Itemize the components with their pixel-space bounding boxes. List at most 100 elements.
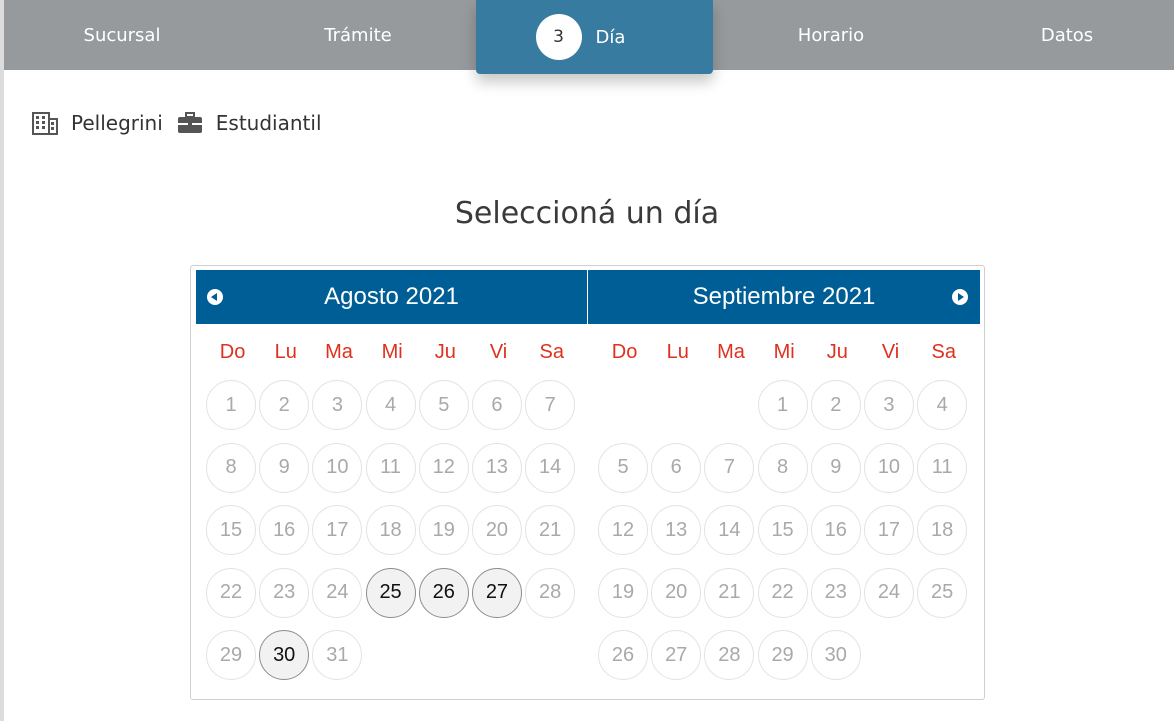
day-disabled: 21 bbox=[704, 567, 755, 618]
weekday-label: Ju bbox=[826, 340, 848, 363]
day-available[interactable]: 26 bbox=[418, 567, 469, 618]
day-disabled: 18 bbox=[365, 505, 416, 556]
day-disabled: 20 bbox=[651, 567, 702, 618]
day-disabled: 1 bbox=[757, 380, 808, 431]
week-row: 26 27 28 29 30 bbox=[598, 624, 980, 687]
briefcase-icon bbox=[177, 110, 203, 136]
day-disabled: 3 bbox=[312, 380, 363, 431]
day-disabled: 10 bbox=[312, 442, 363, 493]
week-row: 12 13 14 15 16 17 18 bbox=[598, 499, 980, 562]
day-disabled: 18 bbox=[917, 505, 968, 556]
day-disabled: 17 bbox=[863, 505, 914, 556]
date-picker: Agosto 2021 Do Lu Ma Mi Ju Vi Sa 1 2 3 4 5 6 7 8 9 10 11… bbox=[190, 265, 985, 700]
weekday-label: Ju bbox=[434, 340, 456, 363]
day-disabled: 14 bbox=[525, 442, 576, 493]
empty-day-cell bbox=[472, 630, 522, 680]
month-september: Septiembre 2021 Do Lu Ma Mi Ju Vi Sa 123456789… bbox=[588, 270, 980, 687]
day-disabled: 9 bbox=[259, 442, 310, 493]
chevron-left-icon[interactable] bbox=[207, 289, 223, 305]
day-disabled: 13 bbox=[651, 505, 702, 556]
day-disabled: 29 bbox=[757, 630, 808, 681]
step-label: Datos bbox=[1040, 24, 1094, 46]
week-row: 1234567 bbox=[206, 374, 588, 437]
weekday-label: Sa bbox=[539, 340, 564, 363]
day-disabled: 19 bbox=[418, 505, 469, 556]
day-disabled: 17 bbox=[312, 505, 363, 556]
day-disabled: 15 bbox=[757, 505, 808, 556]
month-header: Agosto 2021 bbox=[196, 270, 588, 324]
step-dia[interactable]: 3 Día bbox=[476, 0, 713, 74]
empty-day-cell bbox=[419, 630, 469, 680]
branch-name: Pellegrini bbox=[71, 111, 163, 135]
month-title: Septiembre 2021 bbox=[692, 283, 876, 310]
weekday-label: Ma bbox=[717, 340, 745, 363]
day-disabled: 12 bbox=[418, 442, 469, 493]
day-disabled: 28 bbox=[525, 567, 576, 618]
day-disabled: 19 bbox=[598, 567, 648, 618]
day-disabled: 4 bbox=[365, 380, 416, 431]
day-disabled: 12 bbox=[598, 505, 648, 556]
day-disabled: 24 bbox=[312, 567, 363, 618]
day-disabled: 8 bbox=[757, 442, 808, 493]
weekday-label: Ma bbox=[325, 340, 353, 363]
week-row: 8 9 10 11 12 13 14 bbox=[206, 437, 588, 500]
weekday-row: Do Lu Ma Mi Ju Vi Sa bbox=[196, 330, 588, 374]
day-disabled: 2 bbox=[259, 380, 310, 431]
empty-day-cell bbox=[366, 630, 416, 680]
day-grid: 1 2 3 4 5 6 7 8 9 10 11 12 13 14 15 16 17 18 19 20 21 22 23 24 2… bbox=[196, 374, 588, 687]
weekday-label: Do bbox=[219, 340, 246, 363]
day-disabled: 11 bbox=[365, 442, 416, 493]
day-disabled: 1 bbox=[206, 380, 256, 431]
day-disabled: 30 bbox=[810, 630, 861, 681]
week-row: 1234 bbox=[598, 374, 980, 437]
week-row: 5 6 7 8 9 10 11 bbox=[598, 437, 980, 500]
day-available[interactable]: 25 bbox=[365, 567, 416, 618]
empty-day-cell bbox=[704, 380, 754, 430]
weekday-row: Do Lu Ma Mi Ju Vi Sa bbox=[588, 330, 980, 374]
step-label: Sucursal bbox=[83, 24, 161, 46]
day-disabled: 4 bbox=[917, 380, 968, 431]
step-number: 3 bbox=[535, 14, 582, 60]
step-label: Horario bbox=[797, 24, 865, 46]
month-august: Agosto 2021 Do Lu Ma Mi Ju Vi Sa 1 2 3 4 5 6 7 8 9 10 11… bbox=[196, 270, 588, 687]
weekday-label: Sa bbox=[931, 340, 956, 363]
day-disabled: 2 bbox=[810, 380, 861, 431]
weekday-label: Lu bbox=[274, 340, 297, 363]
day-disabled: 6 bbox=[471, 380, 522, 431]
weekday-label: Vi bbox=[881, 340, 900, 363]
day-disabled: 6 bbox=[651, 442, 702, 493]
day-disabled: 27 bbox=[651, 630, 702, 681]
day-disabled: 3 bbox=[863, 380, 914, 431]
day-disabled: 26 bbox=[598, 630, 648, 681]
step-sucursal[interactable]: Sucursal bbox=[4, 0, 240, 70]
weekday-label: Lu bbox=[666, 340, 689, 363]
week-row: 19 20 21 22 23 24 25 bbox=[598, 562, 980, 625]
day-disabled: 10 bbox=[863, 442, 914, 493]
day-disabled: 5 bbox=[418, 380, 469, 431]
day-disabled: 14 bbox=[704, 505, 755, 556]
step-tramite[interactable]: Trámite bbox=[240, 0, 476, 70]
day-disabled: 16 bbox=[259, 505, 310, 556]
month-title: Agosto 2021 bbox=[324, 283, 459, 310]
day-disabled: 28 bbox=[704, 630, 755, 681]
progress-stepper: Sucursal Trámite 3 Día Horario Datos bbox=[4, 0, 1174, 74]
day-disabled: 7 bbox=[525, 380, 576, 431]
day-disabled: 22 bbox=[757, 567, 808, 618]
chevron-right-icon[interactable] bbox=[952, 289, 968, 305]
procedure-name: Estudiantil bbox=[215, 111, 322, 135]
day-disabled: 8 bbox=[206, 442, 256, 493]
step-horario[interactable]: Horario bbox=[713, 0, 949, 70]
day-disabled: 22 bbox=[206, 567, 256, 618]
empty-day-cell bbox=[864, 630, 914, 680]
week-row: 22 23 24 25 26 27 28 bbox=[206, 562, 588, 625]
step-datos[interactable]: Datos bbox=[949, 0, 1174, 70]
day-available[interactable]: 30 bbox=[259, 630, 310, 681]
week-row: 15 16 17 18 19 20 21 bbox=[206, 499, 588, 562]
day-disabled: 5 bbox=[598, 442, 648, 493]
day-available[interactable]: 27 bbox=[471, 567, 522, 618]
empty-day-cell bbox=[917, 630, 967, 680]
page-title: Seleccioná un día bbox=[454, 196, 720, 231]
day-disabled: 11 bbox=[917, 442, 968, 493]
weekday-label: Mi bbox=[773, 340, 795, 363]
day-disabled: 23 bbox=[810, 567, 861, 618]
